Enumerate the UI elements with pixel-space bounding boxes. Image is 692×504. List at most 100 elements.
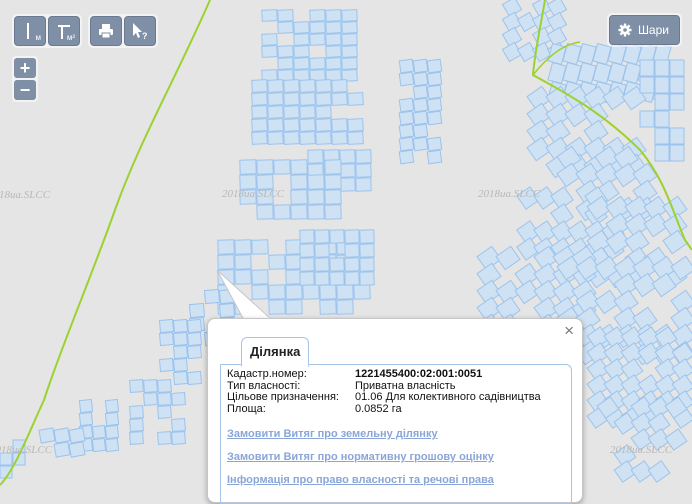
land-parcel xyxy=(359,271,375,286)
watermark: 2018иа.SLCC xyxy=(0,444,53,456)
land-parcel xyxy=(293,45,310,58)
land-parcel xyxy=(315,92,332,106)
land-parcel xyxy=(267,79,284,93)
land-parcel xyxy=(344,243,360,258)
land-parcel xyxy=(331,118,348,132)
field-value: 1221455400:02:001:0051 xyxy=(355,368,483,380)
land-parcel xyxy=(329,229,345,244)
land-parcel xyxy=(172,344,189,360)
land-parcel xyxy=(669,59,685,77)
order-parcel-extract-link[interactable]: Замовити Витяг про земельну ділянку xyxy=(227,428,565,440)
land-parcel xyxy=(426,110,443,126)
land-parcel xyxy=(53,427,71,444)
measure-distance-button[interactable]: м xyxy=(14,16,46,46)
land-parcel xyxy=(129,418,144,432)
tab-parcel[interactable]: Ділянка xyxy=(241,337,310,367)
parcel-info: Кадастр.номер: 1221455400:02:001:0051 Тип… xyxy=(220,364,572,504)
land-parcel xyxy=(412,71,429,87)
land-parcel xyxy=(158,331,175,347)
field-label: Площа: xyxy=(227,402,266,415)
land-parcel xyxy=(654,76,670,94)
land-parcel xyxy=(129,405,144,419)
utility-tools: ? xyxy=(88,14,158,48)
land-parcel xyxy=(347,118,364,132)
land-parcel xyxy=(68,427,86,444)
land-parcel xyxy=(273,204,291,220)
field-area: Площа: 0.0852 га xyxy=(227,402,565,416)
order-valuation-extract-link[interactable]: Замовити Витяг про нормативну грошову оц… xyxy=(227,451,565,463)
land-parcel xyxy=(669,76,685,94)
land-parcel xyxy=(91,424,107,440)
land-parcel xyxy=(268,284,286,300)
land-parcel xyxy=(639,110,655,128)
pointer-question-icon: ? xyxy=(133,23,148,41)
distance-unit-label: м xyxy=(35,33,42,42)
land-parcel xyxy=(299,243,315,258)
land-parcel xyxy=(104,411,120,427)
land-parcel xyxy=(654,127,670,145)
zoom-control: + − xyxy=(12,56,38,102)
land-parcel xyxy=(329,271,345,286)
zoom-in-button[interactable]: + xyxy=(14,58,36,78)
land-parcel xyxy=(267,131,284,145)
land-parcel xyxy=(186,344,203,360)
land-parcel xyxy=(157,392,172,406)
print-button[interactable] xyxy=(90,16,122,46)
land-parcel xyxy=(251,92,268,106)
land-parcel xyxy=(293,33,310,46)
land-parcel xyxy=(277,57,294,70)
land-parcel xyxy=(268,254,286,270)
land-parcel xyxy=(251,239,269,255)
layers-button[interactable]: Шари xyxy=(608,15,680,45)
measure-area-button[interactable]: м² xyxy=(48,16,80,46)
land-parcel xyxy=(251,105,268,119)
watermark: 2018иа.SLCC xyxy=(222,188,285,200)
land-parcel xyxy=(669,144,685,162)
svg-text:?: ? xyxy=(142,31,148,41)
land-parcel xyxy=(261,9,278,22)
field-value: 0.0852 га xyxy=(355,402,402,415)
land-parcel xyxy=(299,131,316,145)
land-parcel xyxy=(217,254,235,270)
land-parcel xyxy=(398,149,415,165)
zoom-out-button[interactable]: − xyxy=(14,80,36,100)
land-parcel xyxy=(307,204,325,220)
land-parcel xyxy=(299,105,316,119)
close-icon[interactable]: × xyxy=(564,321,574,341)
land-parcel xyxy=(261,33,278,46)
land-parcel xyxy=(669,127,685,145)
land-parcel xyxy=(293,21,310,34)
land-parcel xyxy=(104,424,120,440)
land-parcel xyxy=(251,131,268,145)
land-parcel xyxy=(172,370,189,386)
land-parcel xyxy=(309,33,326,46)
identify-button[interactable]: ? xyxy=(124,16,156,46)
land-parcel xyxy=(285,284,303,300)
land-parcel xyxy=(158,357,175,373)
land-parcel xyxy=(398,136,415,152)
gear-icon xyxy=(618,23,632,37)
layers-control: Шари xyxy=(606,13,682,47)
land-parcel xyxy=(412,110,429,126)
land-parcel xyxy=(654,93,670,111)
land-parcel xyxy=(186,370,203,386)
land-parcel xyxy=(654,59,670,77)
land-parcel xyxy=(283,118,300,132)
land-parcel xyxy=(331,92,348,106)
land-parcel xyxy=(302,284,320,300)
land-parcel xyxy=(256,159,274,175)
land-parcel xyxy=(277,21,294,34)
watermark: 2018иа.SLCC xyxy=(478,188,541,200)
measure-tools: м м² xyxy=(12,14,82,48)
ownership-info-link[interactable]: Інформація про право власності та речові… xyxy=(227,474,565,486)
land-parcel xyxy=(309,21,326,34)
land-parcel xyxy=(234,239,252,255)
land-parcel xyxy=(239,159,257,175)
land-parcel xyxy=(324,174,342,190)
land-parcel xyxy=(344,229,360,244)
land-parcel xyxy=(251,284,269,300)
land-parcel xyxy=(314,243,330,258)
land-parcel xyxy=(68,441,86,458)
land-parcel xyxy=(355,163,372,178)
land-parcel xyxy=(398,71,415,87)
